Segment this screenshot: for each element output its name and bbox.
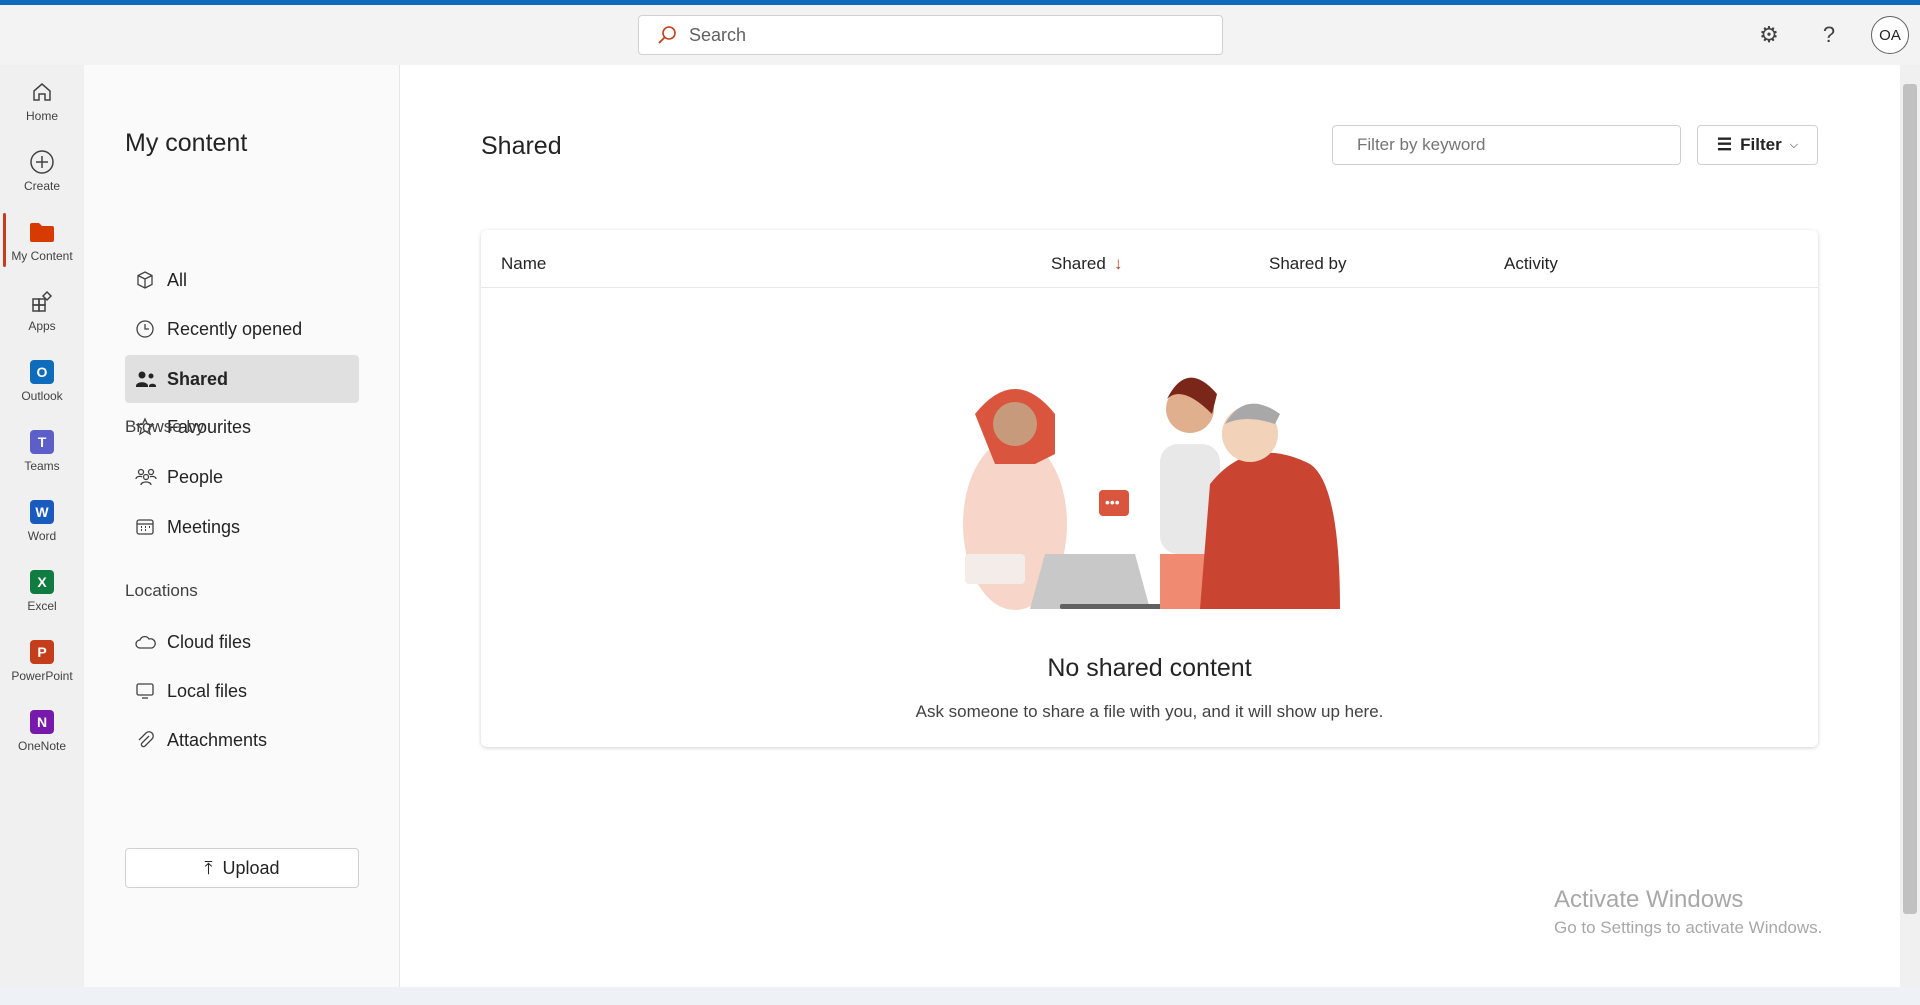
excel-icon: X: [28, 568, 56, 596]
upload-label: Upload: [222, 857, 280, 878]
onenote-icon: N: [28, 708, 56, 736]
page-title: Shared: [481, 132, 562, 160]
nav-cloud-files[interactable]: Cloud files: [125, 618, 359, 666]
rail-label: Apps: [28, 318, 56, 333]
nav-people[interactable]: People: [125, 453, 359, 501]
content-nav-panel: My content All Recently opened Shared Fa…: [84, 65, 400, 987]
filter-label: Filter: [1740, 135, 1782, 154]
help-button[interactable]: ?: [1814, 20, 1844, 50]
column-shared-by[interactable]: Shared by: [1269, 254, 1347, 274]
column-shared[interactable]: Shared: [1051, 254, 1106, 274]
empty-state-illustration: •••: [963, 377, 1340, 610]
svg-text:•••: •••: [1105, 494, 1120, 510]
windows-taskbar: [0, 987, 1920, 1005]
nav-label: People: [167, 466, 224, 487]
nav-label: Cloud files: [167, 631, 252, 652]
nav-label: Attachments: [167, 729, 268, 750]
people-icon: [135, 369, 159, 389]
upload-button[interactable]: ⤒ Upload: [125, 848, 359, 888]
outlook-logo: O: [30, 359, 54, 384]
rail-item-outlook[interactable]: O Outlook: [0, 347, 84, 413]
powerpoint-icon: P: [28, 638, 56, 666]
outlook-icon: O: [28, 358, 56, 386]
avatar[interactable]: OA: [1871, 16, 1909, 54]
empty-state-title: No shared content: [1047, 654, 1252, 682]
activation-watermark-subtitle: Go to Settings to activate Windows.: [1554, 918, 1823, 937]
nav-attachments[interactable]: Attachments: [125, 716, 359, 764]
search-icon: [658, 26, 676, 44]
clock-icon: [135, 319, 159, 339]
scrollbar-thumb[interactable]: [1903, 84, 1917, 914]
gear-icon: ⚙: [1759, 22, 1779, 47]
rail-item-onenote[interactable]: N OneNote: [0, 697, 84, 763]
nav-label: Shared: [167, 368, 229, 389]
rail-item-apps[interactable]: Apps: [0, 277, 84, 343]
panel-title: My content: [125, 129, 248, 157]
monitor-icon: [135, 681, 159, 701]
nav-recently-opened[interactable]: Recently opened: [125, 305, 359, 353]
excel-logo: X: [30, 569, 54, 594]
rail-item-excel[interactable]: X Excel: [0, 557, 84, 623]
onenote-logo: N: [30, 709, 54, 734]
table-header: Name Shared ↓ Shared by Activity: [481, 230, 1818, 288]
cloud-icon: [135, 632, 159, 652]
column-name[interactable]: Name: [501, 254, 546, 274]
nav-label: Local files: [167, 680, 248, 701]
nav-shared[interactable]: Shared: [125, 355, 359, 403]
nav-meetings[interactable]: Meetings: [125, 503, 359, 551]
rail-item-teams[interactable]: T Teams: [0, 417, 84, 483]
rail-label: PowerPoint: [11, 668, 73, 683]
rail-label: OneNote: [17, 738, 67, 753]
upload-icon: ⤒: [204, 857, 213, 878]
search-input[interactable]: Search: [638, 15, 1223, 55]
create-icon: [28, 148, 56, 176]
rail-label: My Content: [11, 248, 73, 263]
rail-item-my-content[interactable]: My Content: [0, 207, 84, 273]
paperclip-icon: [135, 730, 159, 750]
rail-item-powerpoint[interactable]: P PowerPoint: [0, 627, 84, 693]
nav-local-files[interactable]: Local files: [125, 667, 359, 715]
word-logo: W: [30, 499, 54, 524]
nav-label: All: [167, 269, 188, 290]
apps-icon: [28, 288, 56, 316]
word-icon: W: [28, 498, 56, 526]
teams-logo: T: [30, 429, 54, 454]
filter-keyword-input[interactable]: [1332, 125, 1681, 165]
locations-heading: Locations: [125, 581, 198, 600]
calendar-icon: [135, 517, 159, 537]
search-placeholder: Search: [689, 24, 747, 45]
cube-icon: [135, 270, 159, 290]
nav-label: Meetings: [167, 516, 241, 537]
filter-button[interactable]: ☰ Filter ⌵: [1697, 125, 1818, 165]
shared-files-table: Name Shared ↓ Shared by Activity ••• No …: [481, 230, 1818, 747]
rail-item-home[interactable]: Home: [0, 67, 84, 133]
rail-label: Teams: [24, 458, 60, 473]
nav-all[interactable]: All: [125, 256, 359, 304]
activation-watermark-title: Activate Windows: [1554, 886, 1744, 913]
rail-label: Excel: [27, 598, 57, 613]
rail-label: Create: [23, 178, 61, 193]
rail-label: Word: [27, 528, 57, 543]
filter-icon: ☰: [1716, 135, 1733, 154]
top-accent-bar: [0, 0, 1920, 5]
rail-label: Home: [25, 108, 58, 123]
chevron-down-icon: ⌵: [1789, 138, 1799, 151]
column-activity[interactable]: Activity: [1504, 254, 1558, 274]
powerpoint-logo: P: [30, 639, 54, 664]
help-icon: ?: [1822, 22, 1836, 47]
sort-descending-icon: ↓: [1114, 254, 1123, 273]
browse-by-heading: Browse by: [125, 417, 205, 436]
home-icon: [28, 78, 56, 106]
my-content-icon: [28, 218, 56, 246]
app-rail: Home Create My Content Apps O Outlook T Teams W W…: [0, 65, 84, 987]
people-group-icon: [135, 467, 159, 487]
rail-item-create[interactable]: Create: [0, 137, 84, 203]
rail-item-word[interactable]: W Word: [0, 487, 84, 553]
nav-label: Recently opened: [167, 318, 303, 339]
teams-icon: T: [28, 428, 56, 456]
empty-state-subtitle: Ask someone to share a file with you, an…: [915, 702, 1384, 721]
settings-button[interactable]: ⚙: [1754, 20, 1784, 50]
rail-label: Outlook: [21, 388, 63, 403]
